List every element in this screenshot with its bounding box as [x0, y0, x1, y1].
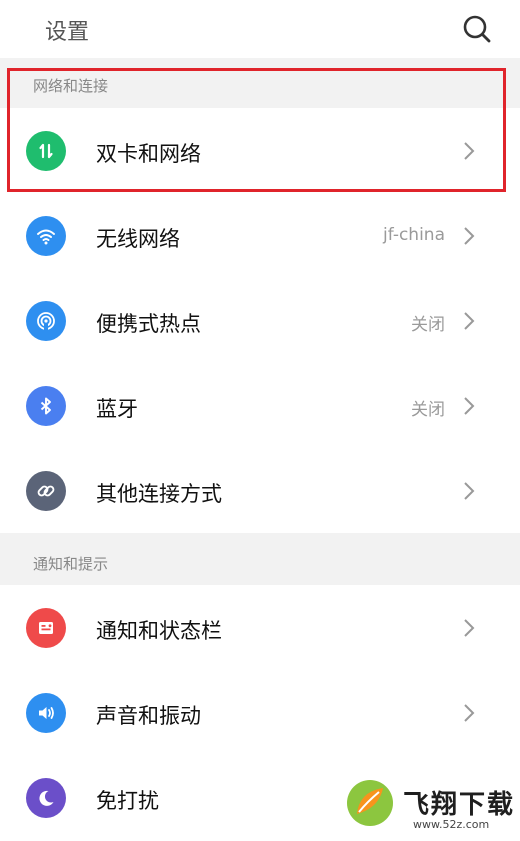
page-title: 设置 — [45, 20, 90, 45]
hotspot-icon — [26, 301, 66, 341]
settings-item-value: 关闭 — [411, 400, 445, 420]
settings-item-hotspot[interactable]: 便携式热点 关闭 — [0, 278, 520, 364]
watermark-url: www.52z.com — [413, 818, 490, 831]
section-header-network: 网络和连接 — [0, 58, 520, 108]
settings-item-value: jf-china — [383, 225, 445, 245]
chevron-right-icon — [464, 312, 475, 330]
settings-item-label: 通知和状态栏 — [96, 619, 222, 643]
settings-item-label: 双卡和网络 — [96, 142, 201, 166]
settings-item-value: 关闭 — [411, 315, 445, 335]
settings-item-label: 蓝牙 — [96, 397, 138, 421]
section-title: 通知和提示 — [33, 555, 109, 573]
dual-sim-icon — [26, 131, 66, 171]
settings-item-label: 免打扰 — [96, 789, 159, 813]
watermark: 飞翔下载 www.52z.com — [345, 776, 520, 836]
settings-item-sound[interactable]: 声音和振动 — [0, 670, 520, 756]
chevron-right-icon — [464, 142, 475, 160]
wifi-icon — [26, 216, 66, 256]
settings-item-label: 无线网络 — [96, 227, 180, 251]
settings-item-label: 便携式热点 — [96, 312, 201, 336]
chevron-right-icon — [464, 397, 475, 415]
moon-icon — [26, 778, 66, 818]
bluetooth-icon — [26, 386, 66, 426]
settings-item-bluetooth[interactable]: 蓝牙 关闭 — [0, 363, 520, 449]
chevron-right-icon — [464, 482, 475, 500]
section-header-notifications: 通知和提示 — [0, 533, 520, 585]
settings-item-wifi[interactable]: 无线网络 jf-china — [0, 193, 520, 279]
chevron-right-icon — [464, 619, 475, 637]
watermark-name: 飞翔下载 — [403, 790, 516, 820]
leaf-logo-icon — [347, 780, 393, 826]
settings-item-other-connections[interactable]: 其他连接方式 — [0, 448, 520, 534]
section-title: 网络和连接 — [33, 77, 109, 95]
sound-icon — [26, 693, 66, 733]
search-icon[interactable] — [458, 10, 496, 48]
settings-item-label: 声音和振动 — [96, 704, 201, 728]
link-icon — [26, 471, 66, 511]
chevron-right-icon — [464, 704, 475, 722]
settings-item-notifications[interactable]: 通知和状态栏 — [0, 585, 520, 671]
notification-icon — [26, 608, 66, 648]
settings-item-label: 其他连接方式 — [96, 482, 222, 506]
top-bar: 设置 — [0, 0, 520, 58]
chevron-right-icon — [464, 227, 475, 245]
settings-item-dual-sim[interactable]: 双卡和网络 — [0, 108, 520, 194]
